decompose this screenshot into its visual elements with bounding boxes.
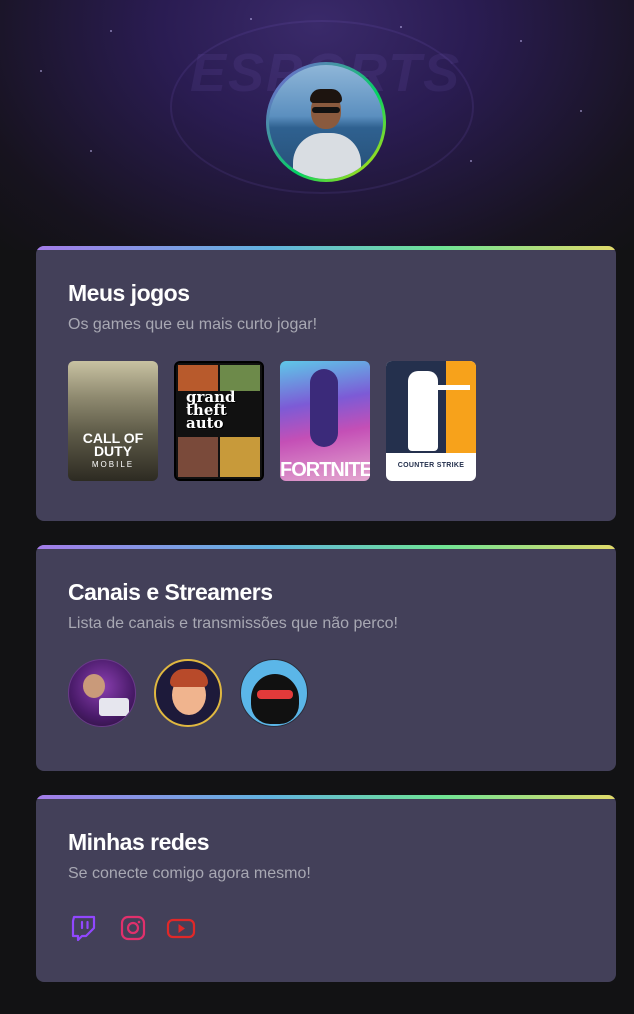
games-subtitle: Os games que eu mais curto jogar! (68, 316, 318, 333)
streamers-subtitle: Lista de canais e transmissões que não p… (68, 615, 398, 632)
youtube-icon (166, 918, 196, 939)
profile-avatar[interactable] (266, 62, 386, 182)
twitch-link[interactable] (68, 912, 100, 944)
games-card: Meus jogos Os games que eu mais curto jo… (36, 246, 616, 521)
streamer-avatar-2[interactable] (154, 659, 222, 727)
streamers-card: Canais e Streamers Lista de canais e tra… (36, 545, 616, 771)
game-label: CALL OF DUTY (82, 430, 144, 459)
streamer-avatar-3[interactable] (240, 659, 308, 727)
streamers-title: Canais e Streamers (68, 579, 273, 605)
games-title: Meus jogos (68, 280, 190, 306)
game-sublabel: MOBILE (91, 460, 135, 469)
twitch-icon (71, 915, 96, 942)
social-subtitle: Se conecte comigo agora mesmo! (68, 865, 311, 882)
instagram-icon (120, 915, 146, 941)
streamer-avatar-1[interactable] (68, 659, 136, 727)
game-counter-strike[interactable]: COUNTER STRIKE (386, 361, 476, 481)
game-label: COUNTER STRIKE (397, 462, 465, 469)
hero-banner: ESPORTS (0, 0, 634, 250)
game-call-of-duty-mobile[interactable]: CALL OF DUTY MOBILE (68, 361, 158, 481)
game-gta-v[interactable]: grand theft auto (174, 361, 264, 481)
social-card: Minhas redes Se conecte comigo agora mes… (36, 795, 616, 982)
avatar-photo (269, 65, 383, 179)
social-title: Minhas redes (68, 829, 210, 855)
game-fortnite[interactable]: FORTNITE (280, 361, 370, 481)
instagram-link[interactable] (117, 912, 149, 944)
game-label: grand theft auto (186, 388, 236, 432)
game-label: FORTNITE (280, 459, 370, 481)
youtube-link[interactable] (165, 912, 197, 944)
